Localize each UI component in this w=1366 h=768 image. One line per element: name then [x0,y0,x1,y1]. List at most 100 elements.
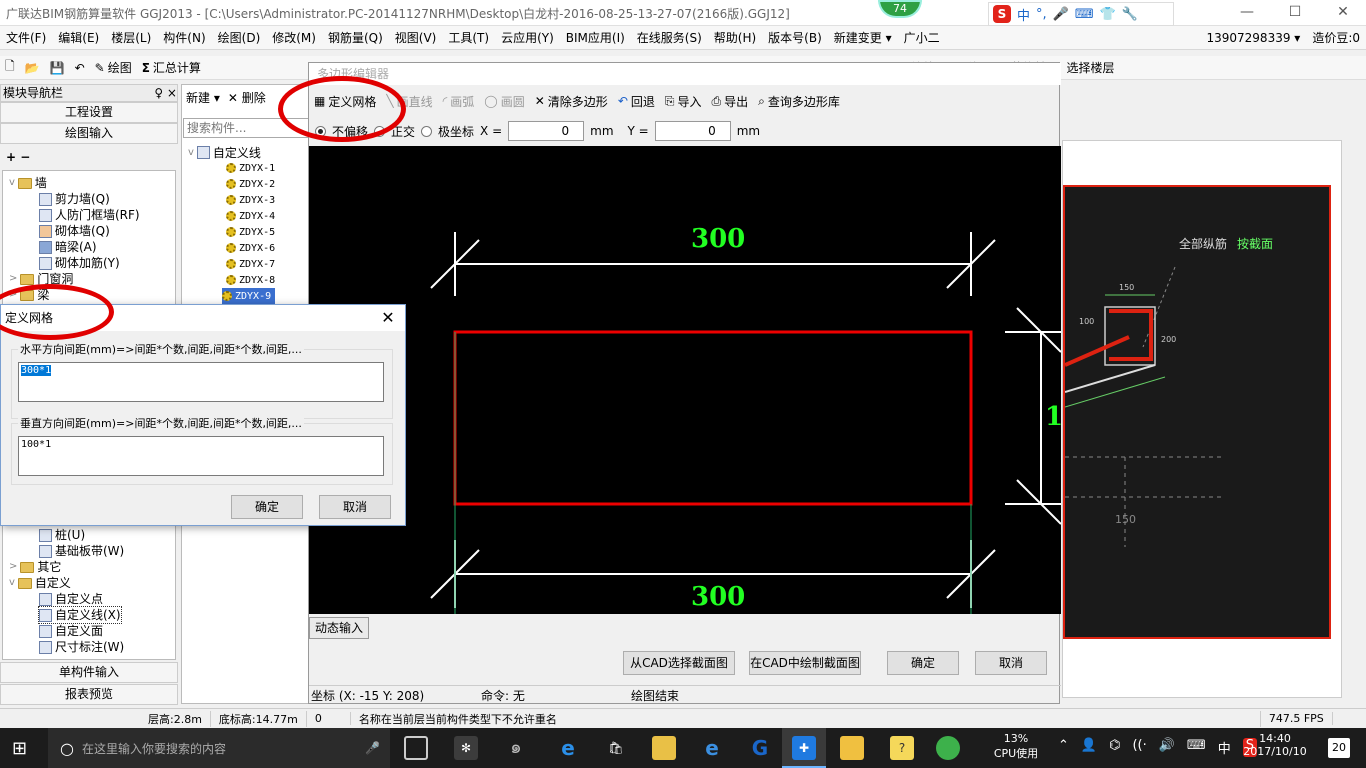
swirl-app-icon[interactable]: ๑ [504,736,528,760]
tree-item-foundation-strip[interactable]: 基础板带(W) [39,543,124,559]
tray-user-icon[interactable]: 👤 [1081,738,1097,757]
menu-edit[interactable]: 编辑(E) [52,29,105,46]
active-app-tab[interactable]: ✚ [782,728,826,768]
menu-online[interactable]: 在线服务(S) [631,29,708,46]
tools-icon[interactable]: 🔧 [1122,7,1138,22]
component-item-selected[interactable]: ZDYX-9 [222,288,276,304]
new-component-button[interactable]: 新建 ▾ [186,89,220,106]
menu-help[interactable]: 帮助(H) [708,29,762,46]
clear-polygon-button[interactable]: ✕ 清除多边形 [530,90,613,112]
account-user[interactable]: 13907298339 ▾ [1200,31,1306,45]
tray-keyboard-icon[interactable]: ⌨ [1187,738,1206,757]
report-preview-button[interactable]: 报表预览 [0,684,178,705]
close-button[interactable]: ✕ [1332,3,1354,21]
dynamic-input-button[interactable]: 动态输入 [309,617,369,639]
editor-cancel-button[interactable]: 取消 [975,651,1047,675]
tree-item-hidden-beam[interactable]: 暗梁(A) [39,239,97,255]
menu-modify[interactable]: 修改(M) [266,29,322,46]
select-floor-button[interactable]: 选择楼层 [1061,57,1119,79]
task-view-icon[interactable] [404,736,428,760]
menu-floor[interactable]: 楼层(L) [105,29,157,46]
drawing-input-button[interactable]: 绘图输入 [0,123,178,144]
export-button[interactable]: ⎙ 导出 [707,90,754,112]
component-item[interactable]: ZDYX-7 [226,256,275,272]
ime-toolbar[interactable]: S 中 °, 🎤 ⌨ 👕 🔧 [988,2,1174,26]
component-item[interactable]: ZDYX-3 [226,192,275,208]
tree-item-custom-point[interactable]: 自定义点 [39,591,103,607]
edge-icon[interactable]: e [556,736,580,760]
tree-item-dimension[interactable]: 尺寸标注(W) [39,639,124,655]
clock[interactable]: 14:40 2017/10/10 [1240,732,1310,758]
draw-button[interactable]: ✎ 绘图 [90,57,137,79]
green-app-icon[interactable] [936,736,960,760]
maximize-button[interactable]: ☐ [1284,3,1306,21]
single-input-button[interactable]: 单构件输入 [0,662,178,683]
mic-icon[interactable]: 🎤 [1053,7,1069,22]
pin-icon[interactable]: ♀ × [154,85,177,101]
tree-folder-custom[interactable]: v 自定义 [9,575,71,591]
ime-lang[interactable]: 中 [1017,5,1030,24]
vertical-spacing-input[interactable]: 100*1 [18,436,384,476]
tray-network-icon[interactable]: ⌬ [1109,738,1120,757]
punctuation-icon[interactable]: °, [1036,7,1047,22]
draw-circle-button[interactable]: ◯ 画圆 [479,90,529,112]
notes-app-icon[interactable] [840,736,864,760]
y-input[interactable]: 0 [654,121,731,141]
store-icon[interactable]: 🛍 [604,736,628,760]
new-file-icon[interactable]: 🗋 [0,57,20,79]
polar-radio[interactable] [421,125,433,137]
draw-arc-button[interactable]: ◜ 画弧 [438,90,480,112]
menu-new-change[interactable]: 新建变更 ▾ [828,29,898,46]
query-library-button[interactable]: ⌕ 查询多边形库 [753,90,845,112]
tree-folder-other[interactable]: > 其它 [9,559,61,575]
tray-chevron-icon[interactable]: ⌃ [1058,738,1069,757]
delete-component-button[interactable]: ✕ 删除 [228,89,266,106]
component-item[interactable]: ZDYX-5 [226,224,275,240]
component-root[interactable]: v 自定义线 [188,144,261,160]
minimize-button[interactable]: — [1236,3,1258,21]
skin-icon[interactable]: 👕 [1100,7,1116,22]
sogou-icon[interactable]: S [993,5,1011,23]
expand-collapse-icons[interactable]: + − [6,150,30,164]
windows-start-icon[interactable]: ⊞ [12,738,27,759]
from-cad-button[interactable]: 从CAD选择截面图 [623,651,735,675]
undo-icon[interactable]: ↶ [70,57,90,79]
project-settings-button[interactable]: 工程设置 [0,102,178,123]
component-item[interactable]: ZDYX-8 [226,272,275,288]
menu-rebar-qty[interactable]: 钢筋量(Q) [322,29,389,46]
menu-file[interactable]: 文件(F) [0,29,52,46]
menu-bim[interactable]: BIM应用(I) [560,29,631,46]
tree-item-masonry-wall[interactable]: 砌体墙(Q) [39,223,110,239]
component-item[interactable]: ZDYX-2 [226,176,275,192]
cpu-widget[interactable]: 13% CPU使用 [990,732,1042,761]
component-item[interactable]: ZDYX-6 [226,240,275,256]
tray-volume-icon[interactable]: 🔊 [1159,738,1175,757]
taskbar-search[interactable]: ○ 在这里输入你要搜索的内容 🎤 [48,728,390,768]
ie-icon[interactable]: e [700,736,724,760]
save-icon[interactable]: 💾 [45,57,70,79]
draw-in-cad-button[interactable]: 在CAD中绘制截面图 [749,651,861,675]
drawing-canvas[interactable]: 300 300 1 [309,146,1063,614]
menu-draw[interactable]: 绘图(D) [212,29,267,46]
tree-item-civil-defense-wall[interactable]: 人防门框墙(RF) [39,207,140,223]
tree-item-pile[interactable]: 桩(U) [39,527,85,543]
undo-button[interactable]: ↶ 回退 [613,90,660,112]
horizontal-spacing-input[interactable]: 300*1 [18,362,384,402]
keyboard-icon[interactable]: ⌨ [1075,7,1094,22]
dialog-close-button[interactable]: ✕ [377,307,399,329]
menu-cloud[interactable]: 云应用(Y) [495,29,560,46]
component-item[interactable]: ZDYX-4 [226,208,275,224]
open-file-icon[interactable]: 📂 [20,57,45,79]
menu-version[interactable]: 版本号(B) [762,29,828,46]
menu-assistant[interactable]: 广小二 [898,29,946,46]
tray-lang[interactable]: 中 [1218,738,1231,757]
score-badge[interactable]: 74 [878,0,922,18]
tree-item-shear-wall[interactable]: 剪力墙(Q) [39,191,110,207]
x-input[interactable]: 0 [508,121,585,141]
file-explorer-icon[interactable] [652,736,676,760]
notification-center-button[interactable]: 20 [1328,738,1350,758]
component-item[interactable]: ZDYX-1 [226,160,275,176]
menu-view[interactable]: 视图(V) [389,29,443,46]
tree-folder-wall[interactable]: v墙 [9,175,47,191]
import-button[interactable]: ⎘ 导入 [660,90,707,112]
